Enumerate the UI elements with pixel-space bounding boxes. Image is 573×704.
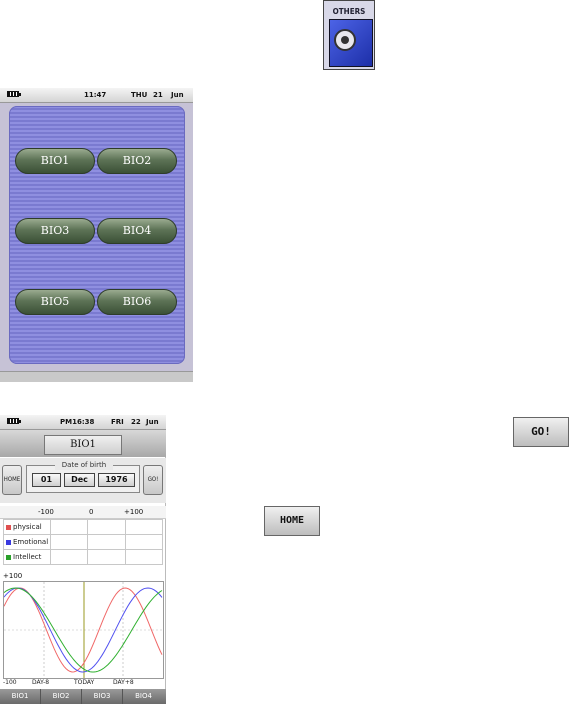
row-label-physical: physical	[3, 519, 51, 535]
others-app-icon[interactable]: OTHERS	[323, 0, 375, 70]
status-date: 22	[131, 418, 141, 426]
intellect-swatch	[6, 554, 11, 560]
dob-year-field[interactable]: 1976	[98, 473, 135, 487]
x-label-today: TODAY	[74, 679, 95, 686]
x-label-day-minus: DAY-8	[32, 679, 50, 686]
physical-curve	[3, 587, 163, 673]
row-label-emotional: Emotional	[3, 534, 51, 550]
dob-day-field[interactable]: 01	[32, 473, 61, 487]
physical-swatch	[6, 524, 11, 530]
emotional-swatch	[6, 539, 11, 545]
biorhythm-chart-svg	[3, 582, 163, 678]
scale-max: +100	[124, 508, 144, 516]
status-bar: 11:47 THU 21 Jun	[0, 88, 193, 103]
bio-detail-screen: PM16:38 FRI 22 Jun BIO1 HOME GO! Date of…	[0, 415, 166, 704]
tab-bio4[interactable]: BIO4	[123, 689, 164, 704]
dob-label: Date of birth	[55, 460, 113, 470]
go-button[interactable]: GO!	[513, 417, 569, 447]
dob-month-field[interactable]: Dec	[64, 473, 95, 487]
status-month: Jun	[146, 418, 159, 426]
chart-y-top-label: +100	[3, 572, 23, 580]
bio1-button[interactable]: BIO1	[15, 148, 95, 174]
bottom-bar	[0, 371, 193, 382]
chart-y-bottom-label: -100	[3, 679, 17, 686]
battery-icon	[7, 91, 21, 97]
go-side-button[interactable]: GO!	[143, 465, 163, 495]
table-row: Emotional	[3, 534, 164, 550]
table-row: physical	[3, 519, 164, 535]
x-label-day-plus: DAY+8	[113, 679, 134, 686]
status-time: PM16:38	[60, 418, 95, 426]
film-reel-icon	[334, 29, 356, 51]
status-day: FRI	[111, 418, 124, 426]
bio4-button[interactable]: BIO4	[97, 218, 177, 244]
home-side-button[interactable]: HOME	[2, 465, 22, 495]
scale-row: -100 0 +100	[0, 506, 166, 519]
tab-bio3[interactable]: BIO3	[82, 689, 123, 704]
bio5-button[interactable]: BIO5	[15, 289, 95, 315]
table-row: Intellect	[3, 549, 164, 565]
scale-min: -100	[38, 508, 54, 516]
bio-menu-screen: 11:47 THU 21 Jun BIO1 BIO2 BIO3 BIO4 BIO…	[0, 88, 193, 382]
home-button[interactable]: HOME	[264, 506, 320, 536]
bio2-button[interactable]: BIO2	[97, 148, 177, 174]
others-label: OTHERS	[332, 7, 366, 16]
biorhythm-chart	[3, 581, 164, 679]
bio6-button[interactable]: BIO6	[97, 289, 177, 315]
status-time: 11:47	[84, 91, 107, 99]
tab-bio1[interactable]: BIO1	[0, 689, 41, 704]
status-date: 21	[153, 91, 163, 99]
row-label-intellect: Intellect	[3, 549, 51, 565]
status-bar: PM16:38 FRI 22 Jun	[0, 415, 166, 430]
tab-bio2[interactable]: BIO2	[41, 689, 82, 704]
scale-mid: 0	[89, 508, 94, 516]
page-title: BIO1	[44, 435, 122, 455]
battery-icon	[7, 418, 21, 424]
bio3-button[interactable]: BIO3	[15, 218, 95, 244]
status-month: Jun	[171, 91, 184, 99]
status-day: THU	[131, 91, 148, 99]
biorhythm-table: physical Emotional Intellect	[3, 519, 164, 565]
